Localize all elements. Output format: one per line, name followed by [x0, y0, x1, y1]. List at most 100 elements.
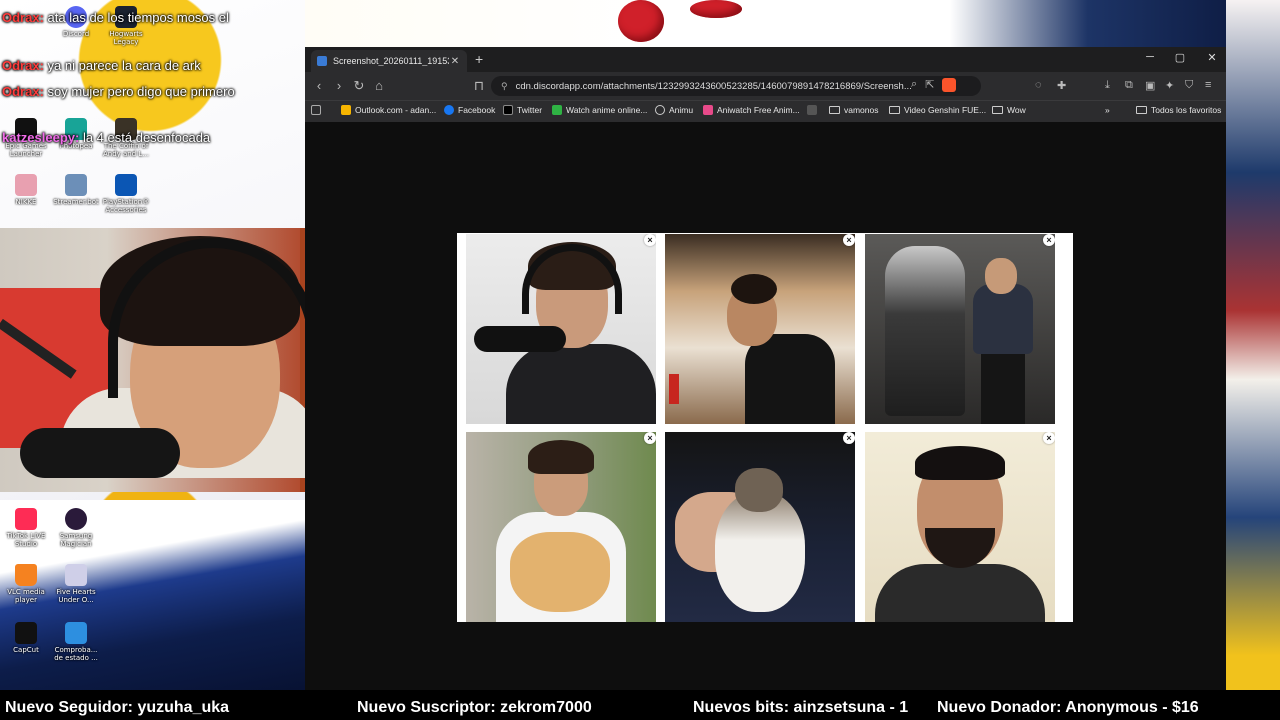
download-icon[interactable]: ⤓ — [1105, 79, 1110, 92]
bookmark-folder-wow[interactable]: Wow — [992, 105, 1026, 115]
person-shirt — [875, 564, 1045, 622]
puzzle-icon[interactable]: ✚ — [1057, 79, 1066, 92]
folder-icon — [889, 106, 900, 114]
bookmark-icon[interactable]: ⊓ — [471, 78, 487, 94]
person-hair — [528, 440, 594, 474]
leo-ai-icon[interactable]: ✦ — [1165, 79, 1174, 92]
anime-icon — [552, 105, 562, 115]
streamerbot-icon — [65, 174, 87, 196]
facebook-icon — [444, 105, 454, 115]
brave-shield-icon[interactable] — [942, 78, 957, 92]
new-subscriber-alert: Nuevo Suscriptor: zekrom7000 — [357, 699, 592, 716]
remove-image-button[interactable]: × — [1043, 432, 1055, 444]
remove-image-button[interactable]: × — [843, 234, 855, 246]
close-window-button[interactable]: ✕ — [1197, 51, 1227, 64]
desktop-icon-health-check[interactable]: Comproba... de estado ... — [50, 622, 102, 662]
webcam-feed — [0, 228, 356, 492]
reload-button[interactable]: ↻ — [351, 78, 367, 94]
minimize-button[interactable]: ─ — [1135, 51, 1165, 63]
site-info-icon[interactable]: ⚲ — [501, 81, 508, 92]
wallpaper-top-strip — [305, 0, 1226, 48]
aniwatch-icon — [703, 105, 713, 115]
person-legs — [981, 354, 1025, 424]
folder-icon — [1136, 106, 1147, 114]
bookmark-twitter[interactable]: Twitter — [503, 105, 542, 115]
photo-6[interactable]: × — [865, 432, 1055, 622]
desktop-icon-capcut[interactable]: CapCut — [0, 622, 52, 654]
globe-icon — [655, 105, 665, 115]
remove-image-button[interactable]: × — [644, 432, 656, 444]
close-tab-icon[interactable]: ✕ — [449, 56, 461, 67]
new-donor-alert: Nuevo Donador: Anonymous - $16 — [937, 699, 1199, 716]
remove-image-button[interactable]: × — [644, 234, 656, 246]
browser-tab[interactable]: Screenshot_20260111_191535_I ✕ — [311, 50, 467, 72]
vlc-icon — [15, 564, 37, 586]
remove-image-button[interactable]: × — [1043, 234, 1055, 246]
desktop-icon-streamerbot[interactable]: Streamer.bot — [50, 174, 102, 206]
person-torso — [973, 284, 1033, 354]
remove-image-button[interactable]: × — [843, 432, 855, 444]
playstation-icon — [115, 174, 137, 196]
game-icon — [65, 564, 87, 586]
outlook-icon — [341, 105, 351, 115]
forward-button[interactable]: › — [331, 78, 347, 93]
wallet-icon[interactable]: ▣ — [1145, 79, 1155, 92]
y-icon — [807, 105, 817, 115]
capcut-icon — [15, 622, 37, 644]
tab-bar: Screenshot_20260111_191535_I ✕ + ─ ▢ ✕ — [305, 47, 1226, 72]
bookmark-aniwatch[interactable]: Aniwatch Free Anim... — [703, 105, 800, 115]
image-icon — [317, 56, 327, 66]
more-bookmarks-icon[interactable]: » — [1105, 105, 1110, 115]
photo-1[interactable]: × — [466, 234, 656, 424]
maximize-button[interactable]: ▢ — [1165, 51, 1195, 64]
page-viewport: × × × × × × — [305, 122, 1226, 690]
tiktok-icon — [15, 508, 37, 530]
screenshot-image[interactable]: × × × × × × — [457, 233, 1073, 622]
bookmark-animu[interactable]: Animu — [655, 105, 693, 115]
desktop-icon-tiktok[interactable]: TikTok LIVE Studio — [0, 508, 52, 548]
new-tab-button[interactable]: + — [475, 51, 483, 67]
person-hair — [731, 274, 777, 304]
bookmark-facebook[interactable]: Facebook — [444, 105, 495, 115]
extension-icon[interactable]: ◌ — [1035, 79, 1042, 91]
person-torso — [745, 334, 835, 424]
chat-message: Odrax: soy mujer pero digo que primero — [2, 84, 235, 99]
stream-alerts-ticker: Nuevo Seguidor: yuzuha_uka Nuevo Suscrip… — [0, 690, 1280, 720]
heart-icon — [65, 622, 87, 644]
back-button[interactable]: ‹ — [311, 78, 327, 93]
bookmark-outlook[interactable]: Outlook.com - adan... — [341, 105, 436, 115]
folder-icon — [992, 106, 1003, 114]
person-face — [985, 258, 1017, 294]
navigation-bar: ‹ › ↻ ⌂ ⊓ ⚲ cdn.discordapp.com/attachmen… — [305, 72, 1226, 100]
photo-5[interactable]: × — [665, 432, 855, 622]
photo-2[interactable]: × — [665, 234, 855, 424]
bookmark-y[interactable] — [807, 105, 821, 115]
screenshot-icon[interactable]: ⧉ — [1125, 79, 1133, 92]
bookmark-folder-genshin[interactable]: Video Genshin FUE... — [889, 105, 986, 115]
photo-4[interactable]: × — [466, 432, 656, 622]
armor-statue — [885, 246, 965, 416]
desktop-icon-nikke[interactable]: NIKKE — [0, 174, 52, 206]
home-icon[interactable]: ⌂ — [371, 78, 387, 93]
desktop-icon-vlc[interactable]: VLC media player — [0, 564, 52, 604]
menu-icon[interactable]: ≡ — [1205, 79, 1211, 91]
bookmark-watch-anime[interactable]: Watch anime online... — [552, 105, 647, 115]
desktop-icon-playstation[interactable]: PlayStation® Accessories — [100, 174, 152, 214]
address-bar[interactable]: ⚲ cdn.discordapp.com/attachments/1232993… — [491, 76, 981, 96]
folder-icon — [829, 106, 840, 114]
bookmarks-bar: Outlook.com - adan... Facebook Twitter W… — [305, 100, 1226, 122]
person-suit — [506, 344, 656, 424]
x-icon — [503, 105, 513, 115]
desktop-icon-five-hearts[interactable]: Five Hearts Under O... — [50, 564, 102, 604]
apps-grid-icon[interactable] — [311, 105, 325, 115]
photo-3[interactable]: × — [865, 234, 1055, 424]
desktop-icon-samsung-magician[interactable]: Samsung Magician — [50, 508, 102, 548]
browser-window: Screenshot_20260111_191535_I ✕ + ─ ▢ ✕ ‹… — [305, 47, 1226, 690]
bookmark-folder-vamonos[interactable]: vamonos — [829, 105, 879, 115]
vpn-shield-icon[interactable]: ⛉ — [1185, 79, 1193, 92]
share-icon[interactable]: ⇱ — [925, 78, 934, 92]
all-bookmarks-folder[interactable]: Todos los favoritos — [1136, 105, 1221, 115]
zoom-icon[interactable]: ⌕ — [911, 78, 917, 92]
microphone — [20, 428, 180, 478]
samsung-magician-icon — [65, 508, 87, 530]
